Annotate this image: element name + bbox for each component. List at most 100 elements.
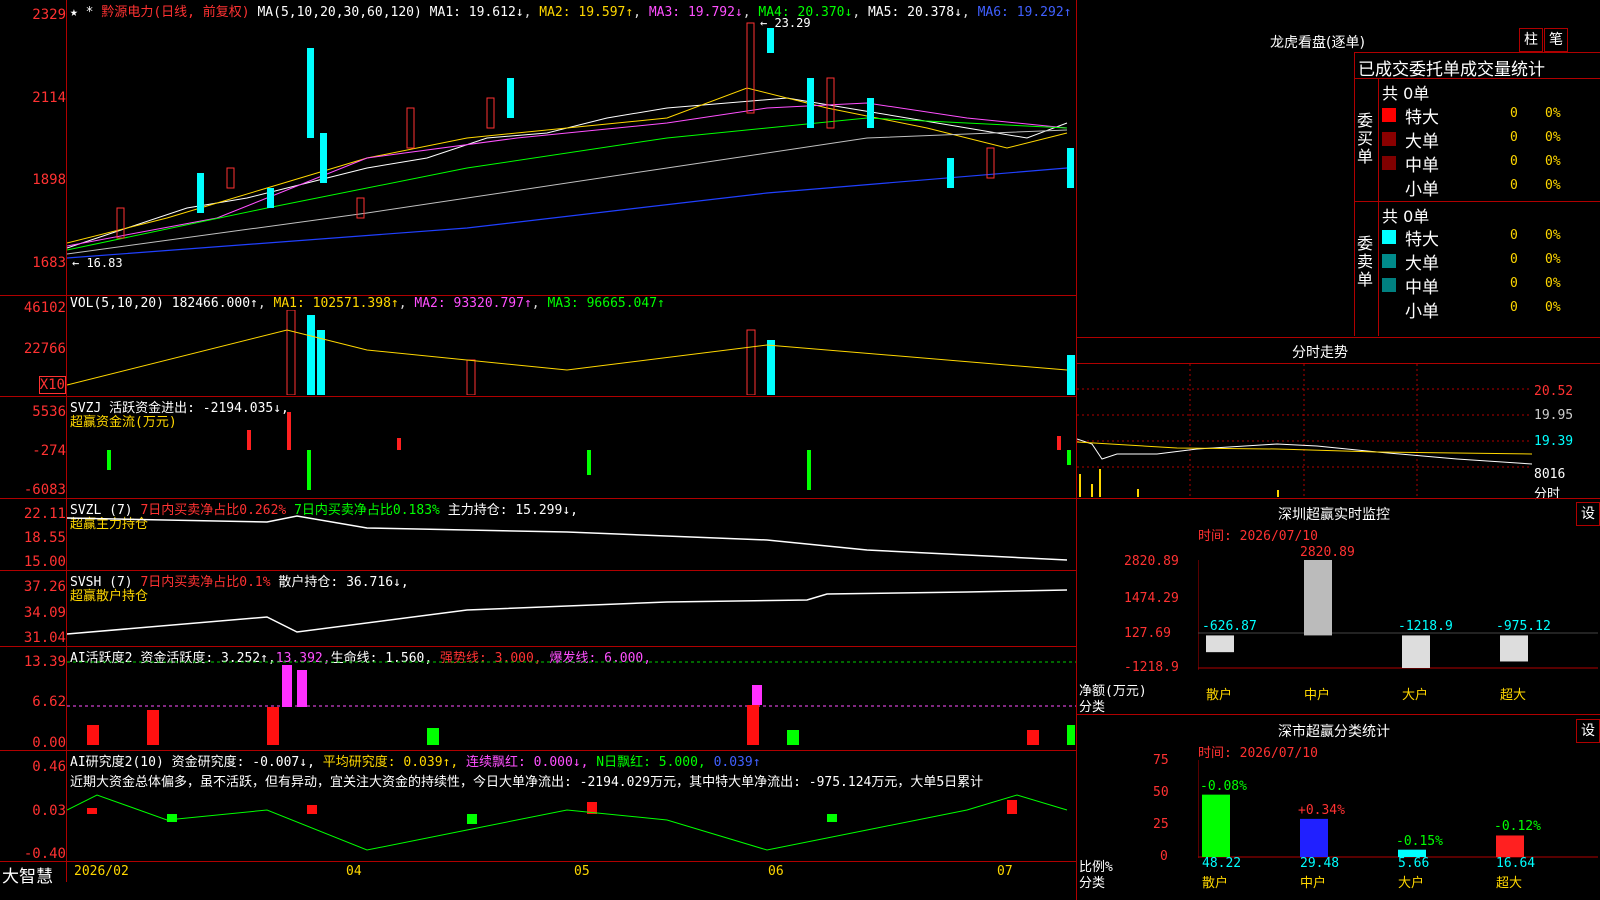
brand-logo: 大智慧 bbox=[2, 867, 53, 887]
net-flow-bar bbox=[1206, 635, 1234, 653]
ratio-category: 大户 bbox=[1398, 876, 1425, 891]
volume-bars bbox=[67, 310, 1075, 395]
vol-header: VOL(5,10,20) 182466.000↑, MA1: 102571.39… bbox=[70, 296, 665, 311]
divider bbox=[0, 861, 1076, 862]
net-flow-bar bbox=[1304, 560, 1332, 636]
buy-row-count: 0 bbox=[1510, 130, 1518, 145]
ytick: 75 bbox=[1153, 753, 1169, 768]
buy-color-swatch bbox=[1382, 156, 1396, 170]
category-settings-button[interactable]: 设 bbox=[1576, 719, 1600, 743]
ytick: 5536 bbox=[32, 404, 66, 420]
lhb-subtitle: 已成交委托单成交量统计 bbox=[1358, 60, 1545, 80]
lhb-title: 龙虎看盘(逐单) bbox=[1270, 35, 1365, 51]
ytick: 0.00 bbox=[32, 735, 66, 751]
ai-activity-bars bbox=[67, 661, 1076, 745]
ai-research-chart bbox=[67, 794, 1068, 851]
ytick: 127.69 bbox=[1124, 626, 1171, 641]
sell-color-swatch bbox=[1382, 278, 1396, 292]
buy-color-swatch bbox=[1382, 180, 1396, 194]
monitor-time: 时间: 2026/07/10 bbox=[1198, 529, 1318, 544]
buy-row-count: 0 bbox=[1510, 106, 1518, 121]
buy-label: 委买单 bbox=[1357, 111, 1374, 166]
ytick: 2329 bbox=[32, 7, 66, 23]
buy-color-swatch bbox=[1382, 108, 1396, 122]
buy-row-count: 0 bbox=[1510, 178, 1518, 193]
ytick: 25 bbox=[1153, 817, 1169, 832]
bar-mode-button[interactable]: 柱 bbox=[1519, 28, 1543, 52]
ratio-value: 29.48 bbox=[1300, 856, 1340, 871]
net-flow-bar bbox=[1500, 635, 1528, 662]
net-flow-bar bbox=[1402, 635, 1430, 668]
buy-row-label: 中单 bbox=[1405, 156, 1439, 176]
tick-mode-button[interactable]: 笔 bbox=[1544, 28, 1568, 52]
ratio-change: -0.08% bbox=[1200, 778, 1247, 794]
ytick: 22766 bbox=[23, 341, 66, 357]
ytick: 2820.89 bbox=[1124, 554, 1179, 569]
ytick: 22.11 bbox=[23, 506, 66, 522]
ratio-category: 超大 bbox=[1496, 876, 1523, 891]
ytick: 15.00 bbox=[23, 554, 66, 570]
sell-row-label: 特大 bbox=[1405, 230, 1439, 250]
net-flow-value: -626.87 bbox=[1202, 619, 1257, 634]
buy-row-pct: 0% bbox=[1545, 154, 1561, 169]
ratio-category: 散户 bbox=[1202, 876, 1229, 891]
ytick: X10 bbox=[38, 376, 66, 394]
x-tick: 2026/02 bbox=[74, 864, 129, 879]
sell-total: 共 0单 bbox=[1382, 207, 1430, 226]
sell-label: 委卖单 bbox=[1357, 234, 1374, 289]
intraday-ytick: 8016 bbox=[1534, 467, 1566, 482]
ytick: 18.55 bbox=[23, 530, 66, 546]
intraday-ytick: 分时 bbox=[1534, 487, 1561, 502]
retail-holding-line bbox=[67, 589, 1068, 635]
net-flow-category: 中户 bbox=[1304, 688, 1331, 703]
buy-row-pct: 0% bbox=[1545, 178, 1561, 193]
sell-row-count: 0 bbox=[1510, 252, 1518, 267]
intraday-ytick: 20.52 bbox=[1534, 384, 1574, 399]
sell-row-label: 中单 bbox=[1405, 278, 1439, 298]
ytick: 46102 bbox=[23, 300, 66, 316]
net-flow-value: -1218.9 bbox=[1398, 619, 1453, 634]
x-tick: 07 bbox=[997, 864, 1013, 879]
ytick: 1474.29 bbox=[1124, 591, 1179, 606]
ratio-value: 5.66 bbox=[1398, 856, 1430, 871]
ai2-text: 近期大资金总体偏多，虽不活跃，但有异动，宜关注大资金的持续性，今日大单净流出: … bbox=[70, 775, 984, 790]
ytick: 34.09 bbox=[23, 605, 66, 621]
buy-row-count: 0 bbox=[1510, 154, 1518, 169]
net-flow-category: 超大 bbox=[1500, 688, 1527, 703]
sell-row-label: 大单 bbox=[1405, 254, 1439, 274]
buy-row-label: 特大 bbox=[1405, 108, 1439, 128]
category-title: 深市超赢分类统计 bbox=[1278, 724, 1390, 740]
ytick: -274 bbox=[32, 443, 66, 459]
ytick: -6083 bbox=[23, 482, 66, 498]
monitor-settings-button[interactable]: 设 bbox=[1576, 502, 1600, 526]
ai2-header: AI研究度2(10) 资金研究度: -0.007↓, 平均研究度: 0.039↑… bbox=[70, 755, 761, 770]
ytick: -1218.9 bbox=[1124, 660, 1179, 675]
intraday-ytick: 19.95 bbox=[1534, 408, 1574, 423]
sell-row-count: 0 bbox=[1510, 300, 1518, 315]
net-flow-category: 散户 bbox=[1206, 688, 1233, 703]
ytick: 2114 bbox=[32, 90, 66, 106]
x-tick: 05 bbox=[574, 864, 590, 879]
sell-row-pct: 0% bbox=[1545, 300, 1561, 315]
main-holding-line bbox=[67, 515, 1068, 561]
net-flow-category: 大户 bbox=[1402, 688, 1429, 703]
sell-row-count: 0 bbox=[1510, 228, 1518, 243]
buy-row-pct: 0% bbox=[1545, 130, 1561, 145]
ytick: 50 bbox=[1153, 785, 1169, 800]
ratio-bar bbox=[1496, 835, 1524, 857]
buy-row-label: 大单 bbox=[1405, 132, 1439, 152]
candlestick-chart bbox=[67, 22, 1074, 259]
intraday-ytick: 19.39 bbox=[1534, 434, 1574, 449]
intraday-title: 分时走势 bbox=[1292, 345, 1348, 361]
sell-color-swatch bbox=[1382, 230, 1396, 244]
monitor-title: 深圳超赢实时监控 bbox=[1278, 507, 1390, 523]
ytick: 1898 bbox=[32, 172, 66, 188]
sell-color-swatch bbox=[1382, 302, 1396, 316]
buy-row-pct: 0% bbox=[1545, 106, 1561, 121]
net-flow-value: 2820.89 bbox=[1300, 545, 1355, 560]
category-time: 时间: 2026/07/10 bbox=[1198, 746, 1318, 761]
ytick: 31.04 bbox=[23, 630, 66, 646]
x-tick: 06 bbox=[768, 864, 784, 879]
sell-row-pct: 0% bbox=[1545, 252, 1561, 267]
ratio-change: -0.12% bbox=[1494, 819, 1541, 835]
